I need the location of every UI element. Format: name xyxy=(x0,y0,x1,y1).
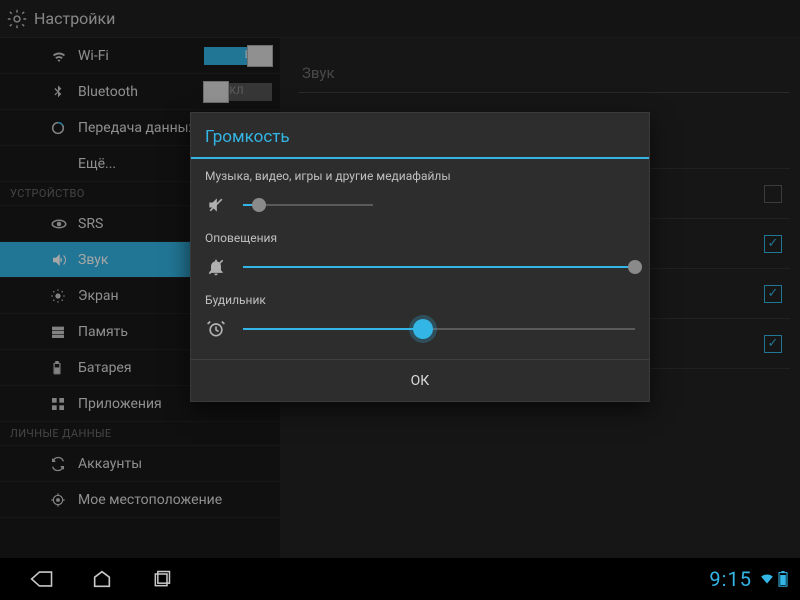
navigation-bar: 9:15 xyxy=(0,558,800,600)
notification-volume-slider[interactable] xyxy=(243,255,635,279)
alarm-icon xyxy=(205,319,227,339)
alarm-volume-slider[interactable] xyxy=(243,317,635,341)
media-volume-slider[interactable] xyxy=(243,193,373,217)
battery-status-icon xyxy=(778,571,788,587)
notification-mute-icon xyxy=(205,257,227,277)
dialog-title: Громкость xyxy=(191,113,649,159)
volume-dialog: Громкость Музыка, видео, игры и другие м… xyxy=(190,112,650,402)
clock[interactable]: 9:15 xyxy=(709,567,752,591)
recents-button[interactable] xyxy=(132,558,192,600)
wifi-status-icon xyxy=(760,572,774,586)
home-button[interactable] xyxy=(72,558,132,600)
notification-volume-label: Оповещения xyxy=(205,231,635,245)
dialog-ok-button[interactable]: ОК xyxy=(191,359,649,401)
media-mute-icon xyxy=(205,195,227,215)
alarm-volume-label: Будильник xyxy=(205,293,635,307)
back-button[interactable] xyxy=(12,558,72,600)
media-volume-label: Музыка, видео, игры и другие медиафайлы xyxy=(205,169,635,183)
status-icons[interactable] xyxy=(760,571,788,587)
